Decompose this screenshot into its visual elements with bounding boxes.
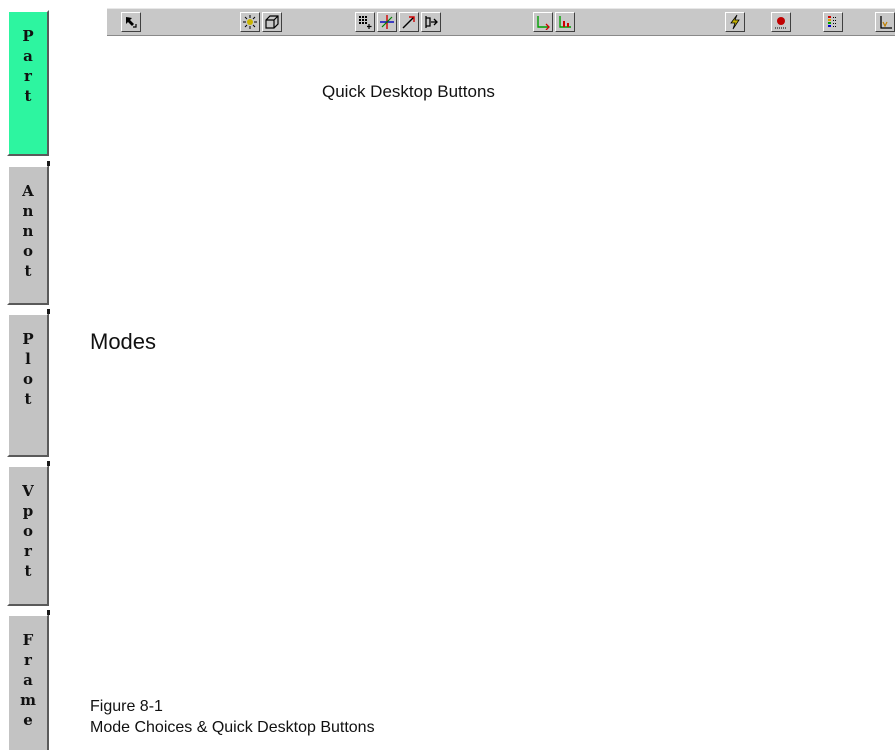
- modes-label: Modes: [90, 329, 157, 354]
- lighting-button[interactable]: [240, 12, 260, 32]
- probe-icon: [425, 16, 438, 28]
- vector-icon: [402, 16, 415, 29]
- mode-button-plot[interactable]: Plot: [7, 309, 50, 457]
- mode-label-letter: V: [22, 482, 34, 500]
- mode-label-letter: r: [24, 651, 32, 669]
- mode-button-frame[interactable]: Frame: [7, 610, 50, 750]
- mode-label-letter: t: [24, 87, 32, 105]
- mode-label-letter: a: [23, 47, 33, 65]
- bar-axis-button[interactable]: [555, 12, 575, 32]
- mode-label-letter: n: [22, 202, 34, 220]
- pointer-select-button[interactable]: [121, 12, 141, 32]
- mode-label-part: Part: [22, 26, 33, 106]
- mode-label-letter: t: [24, 262, 32, 280]
- mode-label-frame: Frame: [20, 630, 36, 730]
- separator-tick: [47, 309, 50, 314]
- probe-button[interactable]: [421, 12, 441, 32]
- stream-button[interactable]: [875, 12, 895, 32]
- bar-axis-icon: [559, 16, 571, 28]
- mode-label-letter: a: [23, 671, 33, 689]
- mode-label-letter: p: [22, 502, 34, 520]
- mode-label-letter: o: [22, 522, 33, 540]
- pointer-select-icon: [126, 17, 137, 28]
- mode-button-vport[interactable]: Vport: [7, 461, 50, 606]
- view-cube-icon: [265, 15, 279, 29]
- mode-label-letter: t: [24, 562, 32, 580]
- mode-label-letter: F: [22, 631, 34, 649]
- mode-label-letter: r: [24, 67, 32, 85]
- mode-label-letter: n: [22, 222, 34, 240]
- lighting-icon: [243, 15, 257, 29]
- mode-label-letter: P: [22, 27, 34, 45]
- mode-label-letter: e: [23, 711, 33, 729]
- separator-tick: [47, 610, 50, 615]
- quick-desktop-toolbar: [107, 8, 895, 36]
- mode-button-part[interactable]: Part: [7, 10, 49, 156]
- lightning-redraw-icon: [730, 14, 740, 30]
- vector-button[interactable]: [399, 12, 419, 32]
- mode-selector: Part Annot Plot Vport Frame: [5, 10, 51, 750]
- mode-label-vport: Vport: [22, 481, 34, 581]
- contour-colormap-button[interactable]: [823, 12, 843, 32]
- mode-label-letter: t: [24, 390, 32, 408]
- contour-colormap-icon: [828, 16, 836, 27]
- figure-number: Figure 8-1: [90, 698, 163, 715]
- mode-label-letter: l: [25, 350, 31, 368]
- xy-axis-icon: [537, 16, 550, 30]
- mode-label-letter: A: [22, 182, 34, 200]
- mode-label-letter: o: [22, 370, 33, 388]
- figure-caption: Mode Choices & Quick Desktop Buttons: [90, 719, 375, 736]
- mode-label-letter: m: [20, 691, 36, 709]
- translate-axes-button[interactable]: [377, 12, 397, 32]
- mode-label-letter: P: [22, 330, 34, 348]
- mode-button-annot[interactable]: Annot: [7, 161, 50, 305]
- separator-tick: [47, 161, 50, 166]
- separator-tick: [47, 461, 50, 466]
- stream-icon: [880, 16, 892, 29]
- mode-label-letter: o: [22, 242, 33, 260]
- xy-axis-button[interactable]: [533, 12, 553, 32]
- view-cube-button[interactable]: [262, 12, 282, 32]
- lightning-redraw-button[interactable]: [725, 12, 745, 32]
- mode-label-annot: Annot: [22, 181, 34, 281]
- scatter-point-button[interactable]: [771, 12, 791, 32]
- translate-axes-icon: [380, 15, 394, 29]
- quick-desktop-buttons-label: Quick Desktop Buttons: [322, 82, 495, 101]
- mode-label-plot: Plot: [22, 329, 33, 409]
- mode-label-letter: r: [24, 542, 32, 560]
- add-zone-button[interactable]: [355, 12, 375, 32]
- scatter-point-icon: [775, 17, 787, 29]
- add-zone-icon: [359, 16, 372, 29]
